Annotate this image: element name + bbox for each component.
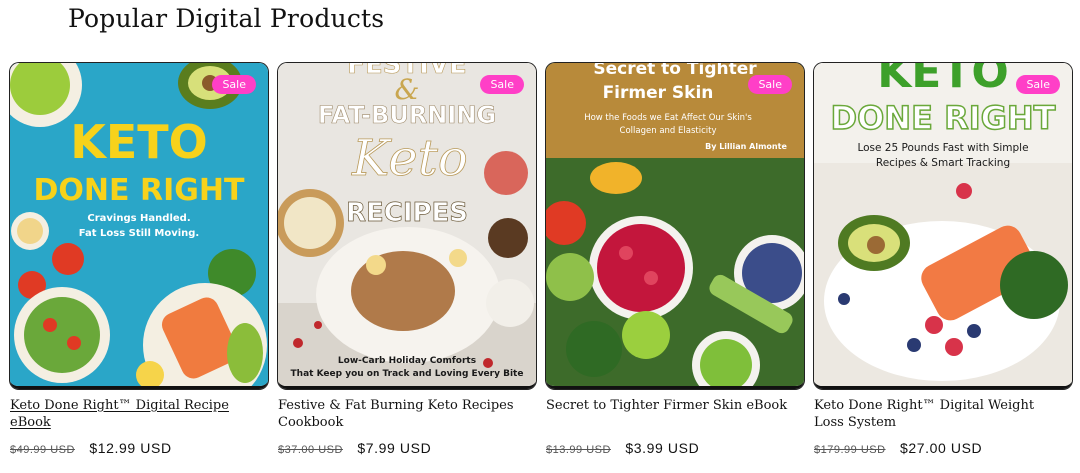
sale-badge: Sale (748, 75, 792, 94)
svg-text:Firmer Skin: Firmer Skin (603, 83, 714, 103)
product-image[interactable]: KETO DONE RIGHT Lose 25 Pounds Fast with… (814, 63, 1072, 389)
product-cover-festive-keto-cookbook: FESTIVE & FAT-BURNING Keto RECIPES Low-C… (278, 63, 536, 386)
sale-price: $3.99 USD (625, 440, 700, 456)
product-card[interactable]: FESTIVE & FAT-BURNING Keto RECIPES Low-C… (278, 63, 536, 473)
sale-badge: Sale (480, 75, 524, 94)
svg-text:DONE RIGHT: DONE RIGHT (34, 173, 245, 208)
compare-at-price: $13.99 USD (546, 444, 611, 456)
product-grid: KETO DONE RIGHT Cravings Handled. Fat Lo… (10, 63, 1072, 473)
product-cover-keto-done-right-ebook: KETO DONE RIGHT Cravings Handled. Fat Lo… (10, 63, 268, 386)
svg-text:Low-Carb Holiday Comforts: Low-Carb Holiday Comforts (338, 356, 476, 366)
compare-at-price: $49.99 USD (10, 444, 75, 456)
product-image[interactable]: Secret to Tighter Firmer Skin How the Fo… (546, 63, 804, 389)
sale-price: $27.00 USD (900, 440, 983, 456)
product-cover-keto-weight-loss-system: KETO DONE RIGHT Lose 25 Pounds Fast with… (814, 63, 1072, 386)
section-title: Popular Digital Products (68, 4, 385, 33)
svg-text:FAT-BURNING: FAT-BURNING (318, 101, 496, 129)
compare-at-price: $37.00 USD (278, 444, 343, 456)
product-card[interactable]: Secret to Tighter Firmer Skin How the Fo… (546, 63, 804, 473)
svg-text:KETO: KETO (877, 63, 1009, 98)
svg-text:By Lillian Almonte: By Lillian Almonte (705, 142, 787, 151)
product-title-link[interactable]: Keto Done Right™ Digital Weight Loss Sys… (814, 397, 1064, 431)
svg-text:That Keep you on Track and Lov: That Keep you on Track and Loving Every … (291, 369, 524, 379)
svg-text:How the Foods we Eat Affect Ou: How the Foods we Eat Affect Our Skin's (584, 113, 752, 123)
price-row: $37.00 USD $7.99 USD (278, 440, 431, 458)
svg-text:Collagen and Elasticity: Collagen and Elasticity (620, 126, 717, 136)
sale-badge: Sale (212, 75, 256, 94)
product-card[interactable]: KETO DONE RIGHT Cravings Handled. Fat Lo… (10, 63, 268, 473)
product-card[interactable]: KETO DONE RIGHT Lose 25 Pounds Fast with… (814, 63, 1072, 473)
sale-badge: Sale (1016, 75, 1060, 94)
price-row: $13.99 USD $3.99 USD (546, 440, 699, 458)
svg-text:Cravings Handled.: Cravings Handled. (87, 213, 190, 224)
svg-text:Recipes & Smart Tracking: Recipes & Smart Tracking (876, 157, 1010, 169)
product-title-link[interactable]: Festive & Fat Burning Keto Recipes Cookb… (278, 397, 528, 431)
svg-text:KETO: KETO (70, 115, 208, 169)
svg-text:Lose 25 Pounds Fast with Simpl: Lose 25 Pounds Fast with Simple (857, 142, 1028, 154)
product-title-link[interactable]: Secret to Tighter Firmer Skin eBook (546, 397, 796, 414)
product-title-link[interactable]: Keto Done Right™ Digital Recipe eBook (10, 397, 260, 431)
product-cover-tighter-firmer-skin: Secret to Tighter Firmer Skin How the Fo… (546, 63, 804, 386)
sale-price: $12.99 USD (89, 440, 172, 456)
svg-text:Fat Loss Still Moving.: Fat Loss Still Moving. (79, 228, 199, 239)
svg-text:Keto: Keto (351, 129, 468, 187)
product-image[interactable]: KETO DONE RIGHT Cravings Handled. Fat Lo… (10, 63, 268, 389)
sale-price: $7.99 USD (357, 440, 432, 456)
compare-at-price: $179.99 USD (814, 444, 886, 456)
price-row: $49.99 USD $12.99 USD (10, 440, 172, 458)
svg-text:DONE RIGHT: DONE RIGHT (831, 99, 1056, 137)
product-image[interactable]: FESTIVE & FAT-BURNING Keto RECIPES Low-C… (278, 63, 536, 389)
svg-text:RECIPES: RECIPES (346, 198, 468, 228)
price-row: $179.99 USD $27.00 USD (814, 440, 982, 458)
svg-text:Secret to Tighter: Secret to Tighter (593, 63, 757, 79)
